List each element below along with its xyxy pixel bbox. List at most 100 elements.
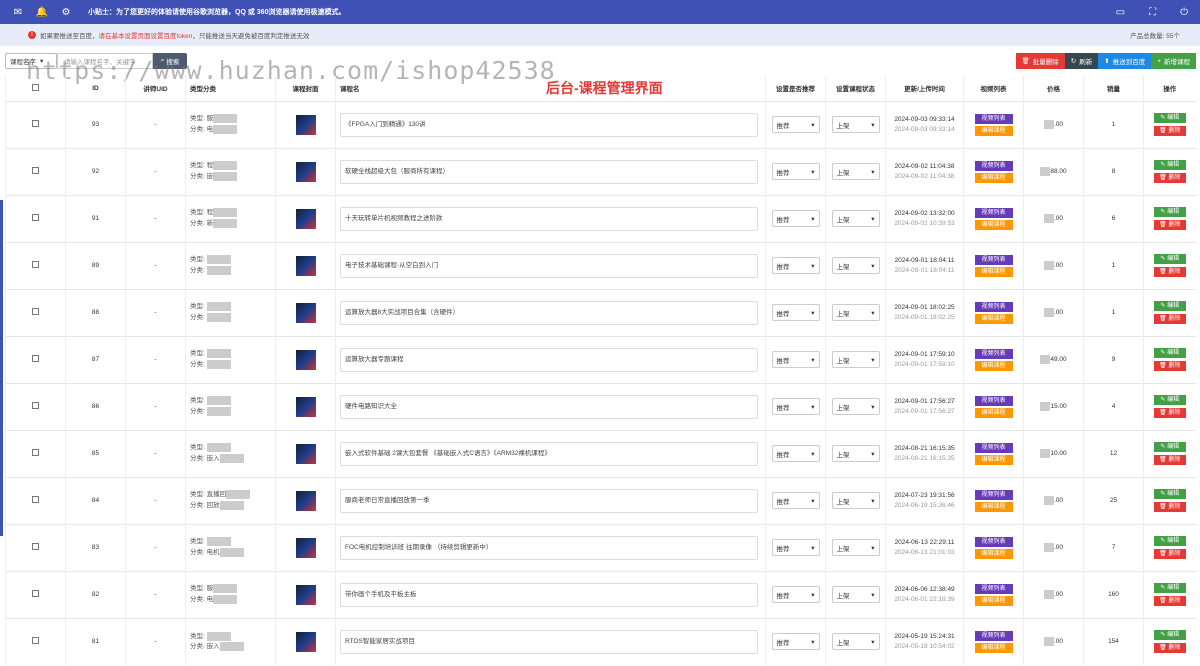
push-baidu-button[interactable]: ⬆ 推送到百度 — [1098, 53, 1152, 69]
recommend-select[interactable]: 推荐 ▾ — [771, 492, 820, 509]
edit-button[interactable]: ✎ 编辑 — [1153, 207, 1186, 217]
recommend-select[interactable]: 推荐 ▾ — [771, 163, 820, 180]
window-icon[interactable]: ▭ — [1116, 7, 1125, 18]
delete-button[interactable]: 🗑 删除 — [1153, 314, 1186, 324]
edit-button[interactable]: ✎ 编辑 — [1153, 160, 1186, 170]
status-select[interactable]: 上架 ▾ — [831, 398, 880, 415]
course-name-textarea[interactable]: 服商老师日常直播回放第一季 — [340, 488, 758, 513]
status-select[interactable]: 上架 ▾ — [831, 351, 880, 368]
course-name-textarea[interactable]: 运算放大器8大实战项目合集（含硬件） — [340, 300, 758, 325]
edit-course-button[interactable]: 编辑课程 — [974, 360, 1013, 371]
course-name-textarea[interactable]: 运算放大器专题课程 — [340, 347, 758, 372]
video-list-button[interactable]: 视频列表 — [974, 348, 1013, 359]
recommend-select[interactable]: 推荐 ▾ — [771, 210, 820, 227]
video-list-button[interactable]: 视频列表 — [974, 583, 1013, 594]
status-select[interactable]: 上架 ▾ — [831, 445, 880, 462]
status-select[interactable]: 上架 ▾ — [831, 257, 880, 274]
video-list-button[interactable]: 视频列表 — [974, 489, 1013, 500]
row-checkbox[interactable] — [32, 261, 39, 268]
row-checkbox[interactable] — [32, 543, 39, 550]
video-list-button[interactable]: 视频列表 — [974, 301, 1013, 312]
edit-button[interactable]: ✎ 编辑 — [1153, 113, 1186, 123]
mail-icon[interactable]: ✉ — [12, 6, 24, 18]
row-checkbox[interactable] — [32, 590, 39, 597]
video-list-button[interactable]: 视频列表 — [974, 207, 1013, 218]
delete-button[interactable]: 🗑 删除 — [1153, 267, 1186, 277]
edit-button[interactable]: ✎ 编辑 — [1153, 395, 1186, 405]
row-checkbox[interactable] — [32, 449, 39, 456]
edit-button[interactable]: ✎ 编辑 — [1153, 536, 1186, 546]
delete-button[interactable]: 🗑 删除 — [1153, 220, 1186, 230]
status-select[interactable]: 上架 ▾ — [831, 492, 880, 509]
gear-icon[interactable]: ⚙ — [60, 6, 72, 18]
edit-button[interactable]: ✎ 编辑 — [1153, 630, 1186, 641]
recommend-select[interactable]: 推荐 ▾ — [771, 539, 820, 556]
edit-course-button[interactable]: 编辑课程 — [974, 454, 1013, 465]
row-checkbox[interactable] — [32, 355, 39, 362]
recommend-select[interactable]: 推荐 ▾ — [771, 398, 820, 415]
video-list-button[interactable]: 视频列表 — [974, 254, 1013, 265]
row-checkbox[interactable] — [32, 167, 39, 174]
delete-button[interactable]: 🗑 删除 — [1153, 549, 1186, 559]
delete-button[interactable]: 🗑 删除 — [1153, 126, 1186, 136]
course-name-textarea[interactable]: 硬件电路知识大全 — [340, 394, 758, 419]
edit-course-button[interactable]: 编辑课程 — [974, 125, 1013, 136]
edit-course-button[interactable]: 编辑课程 — [974, 219, 1013, 230]
refresh-button[interactable]: ↻ 刷新 — [1064, 53, 1099, 69]
edit-course-button[interactable]: 编辑课程 — [974, 501, 1013, 512]
status-select[interactable]: 上架 ▾ — [831, 586, 880, 603]
recommend-select[interactable]: 推荐 ▾ — [771, 351, 820, 368]
edit-button[interactable]: ✎ 编辑 — [1153, 489, 1186, 499]
video-list-button[interactable]: 视频列表 — [974, 536, 1013, 547]
fullscreen-icon[interactable]: ⛶ — [1149, 7, 1156, 18]
edit-course-button[interactable]: 编辑课程 — [974, 313, 1013, 324]
edit-button[interactable]: ✎ 编辑 — [1153, 442, 1186, 452]
video-list-button[interactable]: 视频列表 — [974, 442, 1013, 453]
edit-course-button[interactable]: 编辑课程 — [974, 266, 1013, 277]
delete-button[interactable]: 🗑 删除 — [1153, 173, 1186, 183]
video-list-button[interactable]: 视频列表 — [974, 160, 1013, 171]
row-checkbox[interactable] — [32, 637, 39, 645]
recommend-select[interactable]: 推荐 ▾ — [771, 116, 820, 133]
status-select[interactable]: 上架 ▾ — [831, 163, 880, 180]
row-checkbox[interactable] — [32, 214, 39, 221]
status-select[interactable]: 上架 ▾ — [831, 633, 880, 651]
course-name-textarea[interactable]: 电子技术基础课程-从空白到入门 — [340, 253, 758, 278]
course-name-textarea[interactable]: 软硬全栈超级大包（服商所有课程） — [340, 159, 758, 184]
delete-button[interactable]: 🗑 删除 — [1153, 455, 1186, 465]
delete-button[interactable]: 🗑 删除 — [1153, 408, 1186, 418]
edit-course-button[interactable]: 编辑课程 — [974, 548, 1013, 559]
edit-button[interactable]: ✎ 编辑 — [1153, 301, 1186, 311]
row-checkbox[interactable] — [32, 496, 39, 503]
recommend-select[interactable]: 推荐 ▾ — [771, 633, 820, 651]
edit-button[interactable]: ✎ 编辑 — [1153, 583, 1186, 593]
course-name-textarea[interactable]: 十天玩转单片机视频教程之进阶款 — [340, 206, 758, 231]
power-icon[interactable]: ⏻ — [1180, 7, 1188, 18]
delete-button[interactable]: 🗑 删除 — [1153, 643, 1186, 654]
batch-delete-button[interactable]: 🗑 批量删除 — [1015, 53, 1065, 69]
status-select[interactable]: 上架 ▾ — [831, 539, 880, 556]
recommend-select[interactable]: 推荐 ▾ — [771, 257, 820, 274]
recommend-select[interactable]: 推荐 ▾ — [771, 586, 820, 603]
select-all-checkbox[interactable] — [32, 83, 39, 91]
video-list-button[interactable]: 视频列表 — [974, 395, 1013, 406]
recommend-select[interactable]: 推荐 ▾ — [771, 445, 820, 462]
status-select[interactable]: 上架 ▾ — [831, 304, 880, 321]
row-checkbox[interactable] — [32, 308, 39, 315]
delete-button[interactable]: 🗑 删除 — [1153, 596, 1186, 606]
video-list-button[interactable]: 视频列表 — [974, 113, 1013, 124]
row-checkbox[interactable] — [32, 402, 39, 409]
edit-button[interactable]: ✎ 编辑 — [1153, 348, 1186, 358]
edit-button[interactable]: ✎ 编辑 — [1153, 254, 1186, 264]
status-select[interactable]: 上架 ▾ — [831, 210, 880, 227]
course-name-textarea[interactable]: 嵌入式软件基础 2课大包套餐 《基础嵌入式C语言》《ARM32裸机课程》 — [340, 441, 758, 466]
course-name-textarea[interactable]: 带你画个手机及平板主板 — [340, 582, 758, 607]
delete-button[interactable]: 🗑 删除 — [1153, 502, 1186, 512]
edit-course-button[interactable]: 编辑课程 — [974, 172, 1013, 183]
edit-course-button[interactable]: 编辑课程 — [974, 642, 1013, 653]
video-list-button[interactable]: 视频列表 — [974, 630, 1013, 641]
bell-icon[interactable]: 🔔 — [36, 6, 48, 18]
status-select[interactable]: 上架 ▾ — [831, 116, 880, 133]
edit-course-button[interactable]: 编辑课程 — [974, 595, 1013, 606]
edit-course-button[interactable]: 编辑课程 — [974, 407, 1013, 418]
